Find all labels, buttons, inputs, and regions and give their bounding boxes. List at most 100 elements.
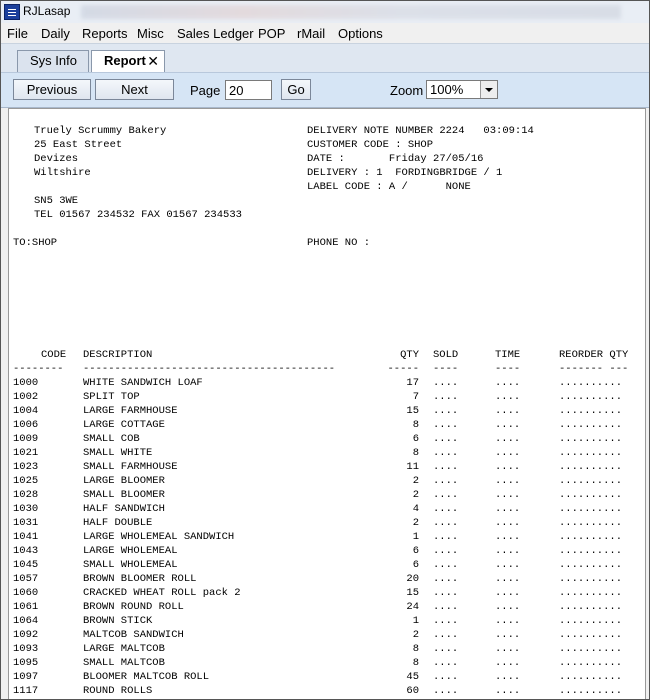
tab-report[interactable]: Report ✕ <box>91 50 165 73</box>
menu-misc[interactable]: Misc <box>137 26 164 41</box>
row-qty: 15 <box>406 405 419 417</box>
row-qty: 24 <box>406 601 419 613</box>
company-phone: TEL 01567 234532 FAX 01567 234533 <box>34 209 242 221</box>
row-sold: .... <box>433 657 459 669</box>
page-input[interactable] <box>225 80 272 100</box>
row-time: .... <box>495 531 521 543</box>
row-code: 1041 <box>13 531 39 543</box>
app-icon <box>4 4 20 20</box>
row-reorder: .......... <box>559 475 623 487</box>
row-description: HALF DOUBLE <box>83 517 153 529</box>
row-qty: 2 <box>412 517 419 529</box>
row-qty: 1 <box>412 615 419 627</box>
menu-pop[interactable]: POP <box>258 26 285 41</box>
row-reorder: .......... <box>559 685 623 697</box>
row-reorder: .......... <box>559 405 623 417</box>
row-sold: .... <box>433 615 459 627</box>
menu-file[interactable]: File <box>7 26 28 41</box>
row-reorder: .......... <box>559 391 623 403</box>
row-description: LARGE WHOLEMEAL <box>83 545 178 557</box>
row-reorder: .......... <box>559 671 623 683</box>
zoom-value: 100% <box>430 82 464 97</box>
row-code: 1095 <box>13 657 39 669</box>
row-reorder: .......... <box>559 419 623 431</box>
go-button[interactable]: Go <box>281 79 311 100</box>
row-reorder: .......... <box>559 629 623 641</box>
row-qty: 8 <box>412 643 419 655</box>
previous-button[interactable]: Previous <box>13 79 91 100</box>
row-reorder: .......... <box>559 377 623 389</box>
zoom-select[interactable]: 100% <box>426 80 498 99</box>
menu-daily[interactable]: Daily <box>41 26 70 41</box>
row-description: SMALL FARMHOUSE <box>83 461 178 473</box>
row-reorder: .......... <box>559 601 623 613</box>
row-description: BLOOMER MALTCOB ROLL <box>83 671 210 683</box>
menu-options[interactable]: Options <box>338 26 383 41</box>
row-time: .... <box>495 685 521 697</box>
company-county: Wiltshire <box>34 167 91 179</box>
blurred-taskbar-background <box>81 5 621 19</box>
menu-bar: File Daily Reports Misc Sales Ledger POP… <box>1 23 649 43</box>
row-sold: .... <box>433 587 459 599</box>
row-code: 1057 <box>13 573 39 585</box>
row-code: 1093 <box>13 643 39 655</box>
row-description: SPLIT TOP <box>83 391 140 403</box>
row-qty: 60 <box>406 685 419 697</box>
row-time: .... <box>495 419 521 431</box>
row-sold: .... <box>433 559 459 571</box>
row-description: BROWN BLOOMER ROLL <box>83 573 197 585</box>
next-button[interactable]: Next <box>95 79 174 100</box>
header-sold: SOLD <box>433 349 459 361</box>
report-toolbar: Previous Next Page Go Zoom 100% <box>1 72 649 108</box>
company-street: 25 East Street <box>34 139 123 151</box>
row-reorder: .......... <box>559 545 623 557</box>
header-description: DESCRIPTION <box>83 349 153 361</box>
row-reorder: .......... <box>559 587 623 599</box>
row-description: SMALL BLOOMER <box>83 489 165 501</box>
tab-label: Sys Info <box>30 53 77 68</box>
window-title: RJLasap <box>23 4 71 18</box>
row-code: 1004 <box>13 405 39 417</box>
row-description: ROUND ROLLS <box>83 685 153 697</box>
row-description: CRACKED WHEAT ROLL pack 2 <box>83 587 241 599</box>
row-time: .... <box>495 447 521 459</box>
row-sold: .... <box>433 545 459 557</box>
row-time: .... <box>495 629 521 641</box>
row-qty: 2 <box>412 629 419 641</box>
header-reorder-qty: REORDER QTY <box>559 349 629 361</box>
menu-reports[interactable]: Reports <box>82 26 128 41</box>
row-code: 1000 <box>13 377 39 389</box>
row-sold: .... <box>433 629 459 641</box>
row-code: 1025 <box>13 475 39 487</box>
row-qty: 15 <box>406 587 419 599</box>
tab-sys-info[interactable]: Sys Info <box>17 50 89 72</box>
row-qty: 6 <box>412 433 419 445</box>
row-reorder: .......... <box>559 433 623 445</box>
row-code: 1060 <box>13 587 39 599</box>
row-description: WHITE SANDWICH LOAF <box>83 377 203 389</box>
delivery-date: DATE : Friday 27/05/16 <box>307 153 484 165</box>
row-time: .... <box>495 391 521 403</box>
row-reorder: .......... <box>559 503 623 515</box>
row-time: .... <box>495 671 521 683</box>
row-time: .... <box>495 377 521 389</box>
row-sold: .... <box>433 433 459 445</box>
menu-rmail[interactable]: rMail <box>297 26 325 41</box>
row-time: .... <box>495 475 521 487</box>
chevron-down-icon[interactable] <box>480 81 497 98</box>
row-reorder: .......... <box>559 615 623 627</box>
header-underline: ------- --- <box>559 363 629 375</box>
row-code: 1023 <box>13 461 39 473</box>
row-time: .... <box>495 489 521 501</box>
close-icon[interactable]: ✕ <box>147 51 159 71</box>
row-description: HALF SANDWICH <box>83 503 165 515</box>
row-sold: .... <box>433 517 459 529</box>
row-time: .... <box>495 559 521 571</box>
row-time: .... <box>495 643 521 655</box>
row-description: LARGE FARMHOUSE <box>83 405 178 417</box>
report-view[interactable]: Truely Scrummy Bakery 25 East Street Dev… <box>8 108 646 699</box>
header-underline: ----- <box>387 363 419 375</box>
row-time: .... <box>495 573 521 585</box>
row-reorder: .......... <box>559 517 623 529</box>
menu-sales-ledger[interactable]: Sales Ledger <box>177 26 254 41</box>
